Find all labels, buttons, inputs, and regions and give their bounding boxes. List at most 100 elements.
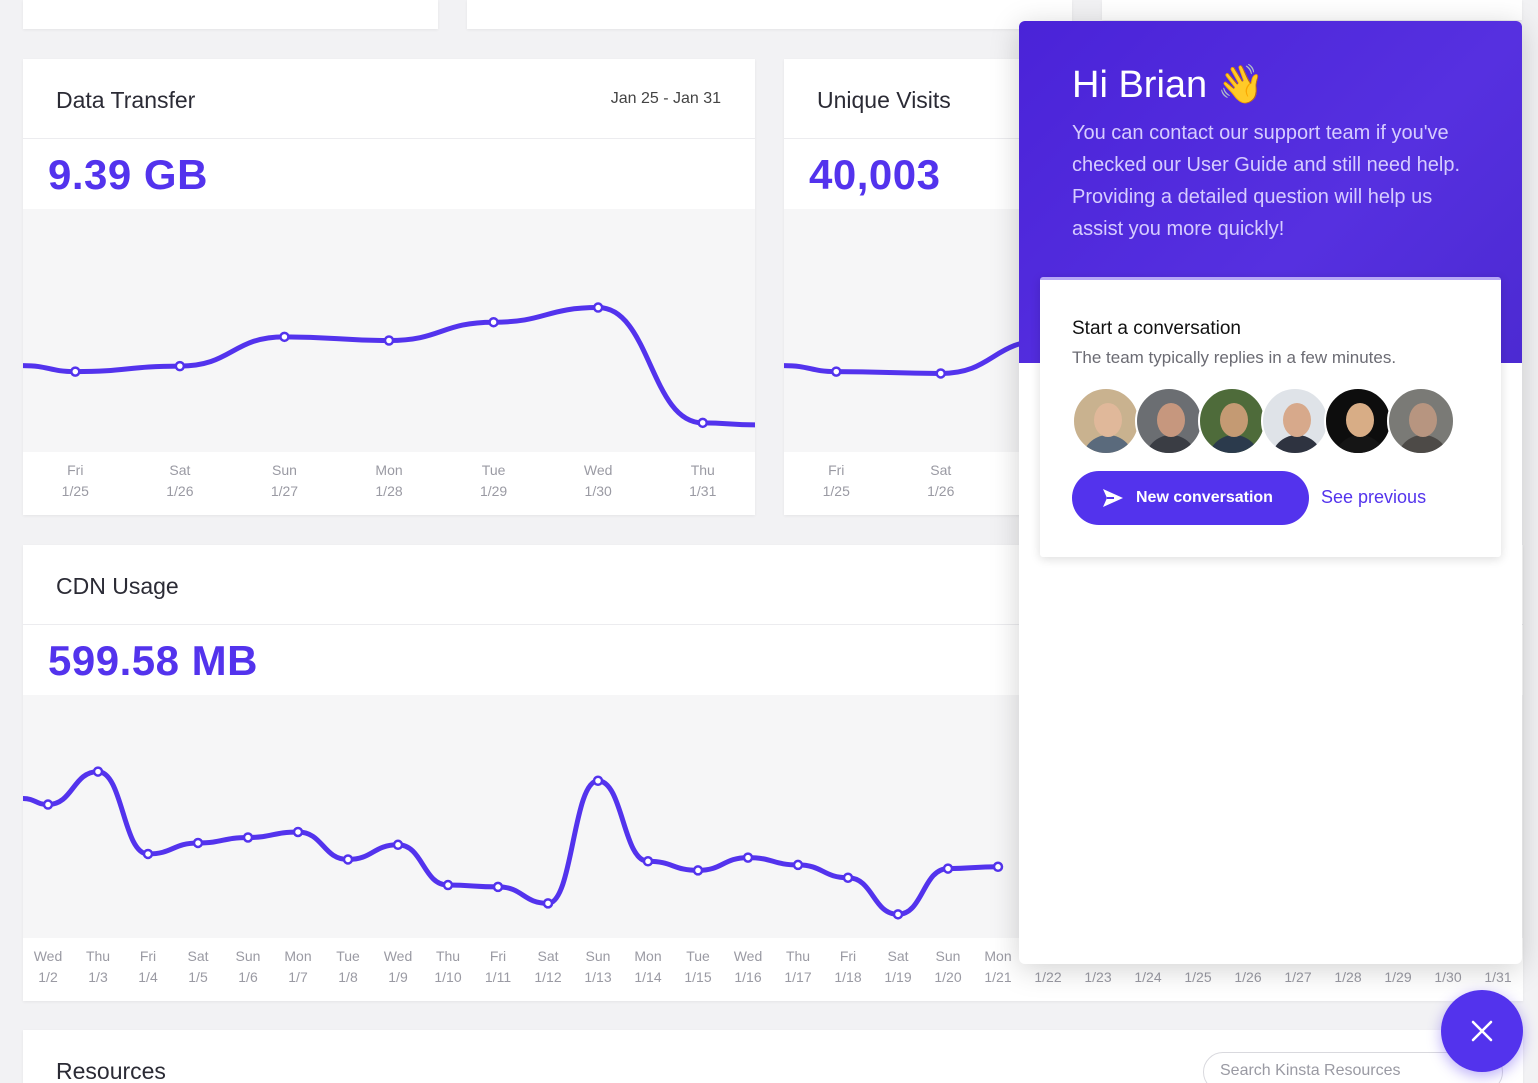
team-member-avatar — [1135, 387, 1203, 455]
tick-date: 1/22 — [1034, 969, 1062, 985]
tick-date: 1/28 — [375, 483, 403, 499]
data-point[interactable] — [442, 879, 454, 891]
avatar-body — [1145, 435, 1197, 453]
date-range[interactable]: Jan 25 - Jan 31 — [611, 90, 721, 108]
data-point[interactable] — [174, 360, 186, 372]
data-point[interactable] — [792, 859, 804, 871]
see-previous-link[interactable]: See previous — [1321, 487, 1426, 508]
x-axis-tick: Wed 1/9 — [373, 938, 423, 1001]
tick-date: 1/26 — [927, 483, 955, 499]
data-point[interactable] — [742, 852, 754, 863]
tick-date: 1/31 — [689, 483, 717, 499]
avatar-body — [1334, 435, 1386, 453]
x-axis-tick: Mon 1/7 — [273, 938, 323, 1001]
x-axis-tick: Wed 1/16 — [723, 938, 773, 1001]
data-point[interactable] — [42, 799, 54, 810]
close-chat-button[interactable] — [1441, 990, 1523, 1072]
data-point[interactable] — [192, 837, 204, 849]
x-axis-tick: Sun 1/13 — [573, 938, 623, 1001]
tick-day: Fri — [67, 462, 84, 478]
avatar-body — [1271, 435, 1323, 453]
tick-date: 1/30 — [1434, 969, 1462, 985]
team-member-avatar — [1324, 387, 1392, 455]
data-point[interactable] — [892, 909, 904, 920]
avatar-face — [1409, 403, 1437, 437]
data-point[interactable] — [383, 335, 395, 346]
tick-day: Tue — [336, 948, 360, 964]
x-axis-tick: Fri 1/18 — [823, 938, 873, 1001]
data-point[interactable] — [542, 898, 554, 909]
data-transfer-card: Data Transfer Jan 25 - Jan 31 9.39 GB Fr… — [23, 59, 755, 515]
data-point[interactable] — [488, 316, 499, 328]
tick-day: Sat — [187, 948, 209, 964]
reply-time-text: The team typically replies in a few minu… — [1072, 348, 1397, 367]
data-point[interactable] — [592, 302, 604, 313]
tick-date: 1/25 — [61, 483, 89, 499]
tick-date: 1/23 — [1084, 969, 1112, 985]
unique-visits-chart — [784, 209, 1024, 452]
data-point[interactable] — [692, 865, 704, 876]
tick-date: 1/20 — [934, 969, 962, 985]
x-axis-tick: Tue 1/15 — [673, 938, 723, 1001]
tick-date: 1/14 — [634, 969, 662, 985]
data-point[interactable] — [831, 366, 842, 377]
tick-day: Mon — [984, 948, 1012, 964]
data-point[interactable] — [942, 863, 954, 874]
tick-day: Sun — [585, 948, 611, 964]
x-axis-tick: Sun 1/6 — [223, 938, 273, 1001]
avatar-face — [1346, 403, 1374, 437]
new-conversation-button[interactable]: New conversation — [1072, 471, 1309, 525]
card-header: Data Transfer Jan 25 - Jan 31 — [23, 59, 755, 139]
tick-day: Thu — [690, 462, 715, 478]
card-header: Unique Visits — [784, 59, 1024, 139]
data-point[interactable] — [392, 839, 404, 851]
tick-day: Wed — [583, 462, 613, 478]
x-axis-tick: Sat 1/5 — [173, 938, 223, 1001]
x-axis-tick: Tue 1/8 — [323, 938, 373, 1001]
tick-day: Sat — [887, 948, 909, 964]
tick-day: Sun — [935, 948, 961, 964]
x-axis-tick: Tue 1/29 — [441, 452, 546, 515]
data-point[interactable] — [279, 331, 290, 343]
data-point[interactable] — [492, 881, 504, 893]
tick-date: 1/25 — [1184, 969, 1212, 985]
tick-date: 1/27 — [270, 483, 299, 499]
chart-x-axis: Fri 1/25 Sat 1/26 — [784, 452, 993, 515]
data-point[interactable] — [342, 854, 354, 865]
x-axis-tick: Thu 1/17 — [773, 938, 823, 1001]
tick-date: 1/19 — [884, 969, 912, 985]
data-point[interactable] — [142, 848, 154, 860]
x-axis-tick: Sat 1/26 — [127, 452, 233, 515]
team-member-avatar — [1072, 387, 1140, 455]
x-axis-tick: Fri 1/11 — [473, 938, 523, 1001]
tick-day: Wed — [33, 948, 63, 964]
card-title: Unique Visits — [817, 87, 951, 113]
team-member-avatar — [1387, 387, 1455, 455]
data-point[interactable] — [70, 366, 81, 377]
data-point[interactable] — [935, 368, 946, 379]
x-axis-tick: Wed 1/2 — [23, 938, 73, 1001]
x-axis-tick: Mon 1/21 — [973, 938, 1023, 1001]
avatar-face — [1283, 403, 1311, 437]
x-axis-tick: Fri 1/25 — [23, 452, 128, 515]
x-axis-tick: Thu 1/31 — [650, 452, 755, 515]
data-point[interactable] — [697, 417, 708, 429]
tick-day: Mon — [375, 462, 403, 478]
team-member-avatar — [1261, 387, 1329, 455]
avatar-body — [1208, 435, 1260, 453]
data-point[interactable] — [842, 872, 854, 883]
tick-date: 1/28 — [1334, 969, 1362, 985]
data-point[interactable] — [642, 856, 654, 867]
tick-date: 1/4 — [138, 969, 158, 985]
x-axis-tick: Thu 1/10 — [423, 938, 473, 1001]
tick-day: Thu — [435, 948, 461, 964]
data-point[interactable] — [242, 832, 254, 843]
data-point[interactable] — [92, 766, 104, 777]
x-axis-tick: Sun 1/27 — [232, 452, 337, 515]
tick-day: Sat — [930, 462, 952, 478]
data-point[interactable] — [292, 826, 304, 838]
resources-card: Resources Search Kinsta Resources — [23, 1030, 1523, 1083]
data-point[interactable] — [992, 861, 1004, 873]
tick-date: 1/12 — [534, 969, 562, 985]
data-point[interactable] — [592, 775, 604, 786]
